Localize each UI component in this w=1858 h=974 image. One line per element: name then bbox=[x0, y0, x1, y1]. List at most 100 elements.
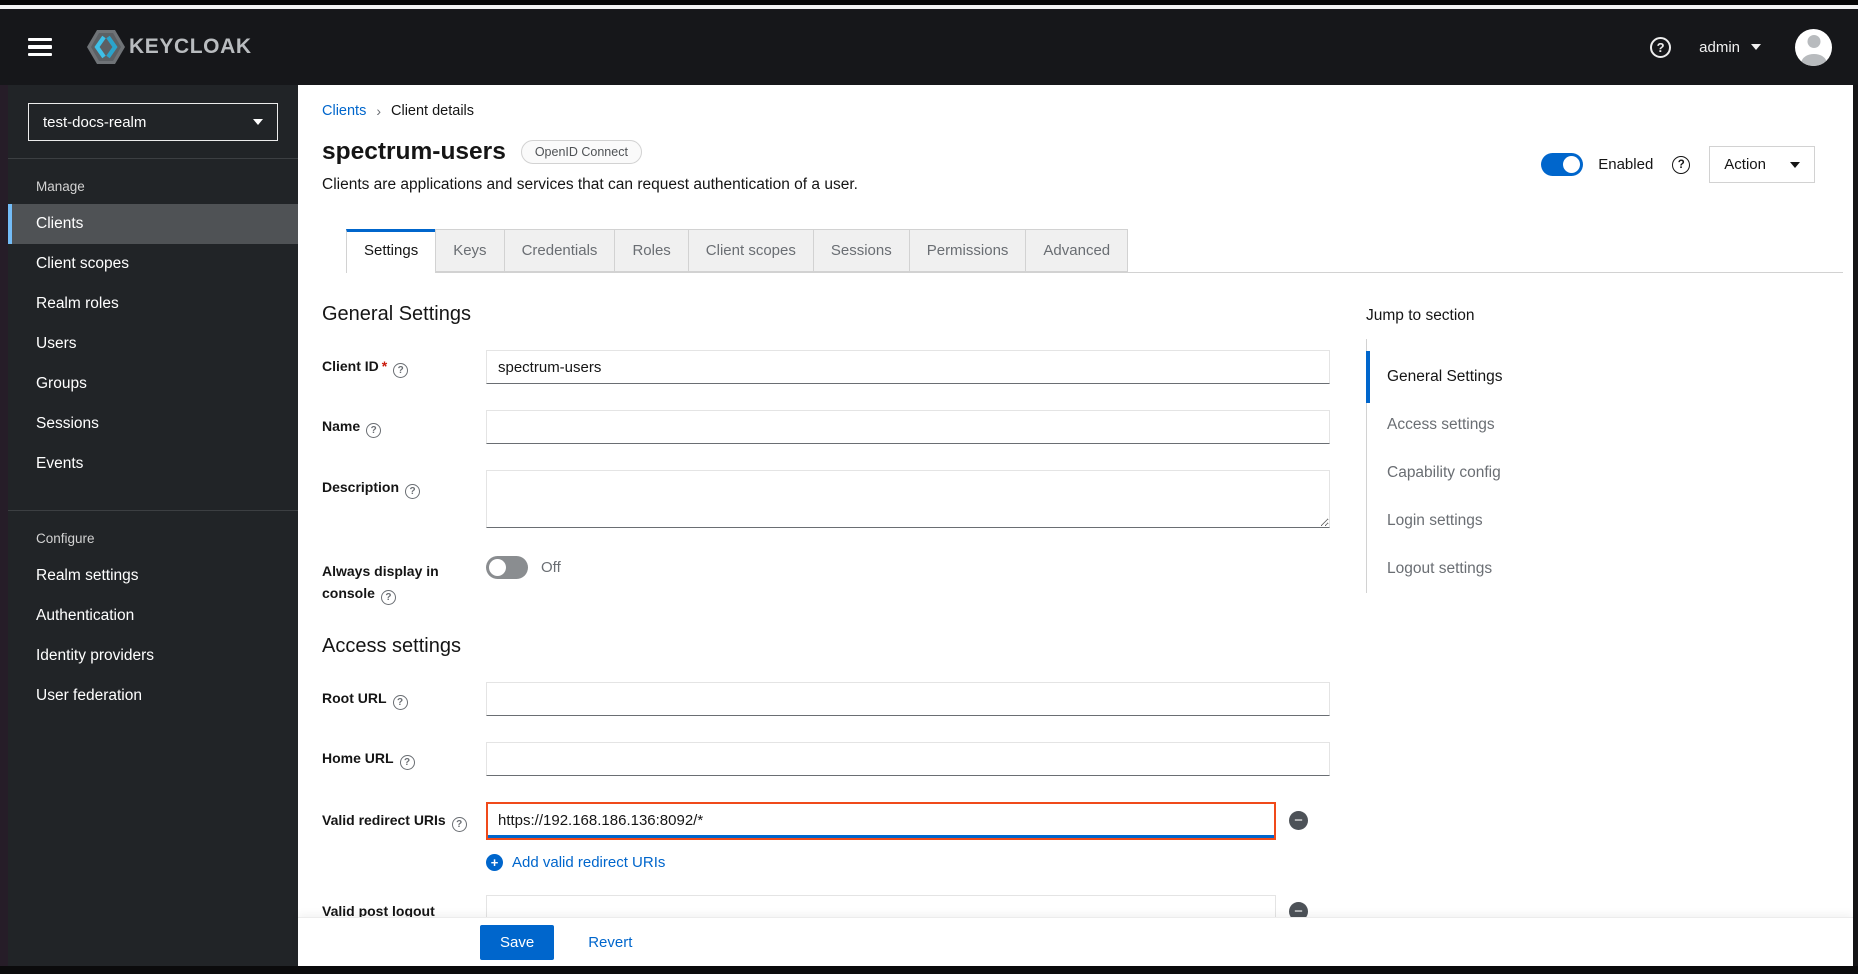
sidebar-item-realm-roles[interactable]: Realm roles bbox=[8, 284, 298, 324]
help-icon[interactable]: ? bbox=[392, 695, 408, 711]
sidebar-item-user-federation[interactable]: User federation bbox=[8, 676, 298, 716]
chevron-down-icon bbox=[253, 119, 263, 125]
client-id-input[interactable] bbox=[486, 350, 1330, 384]
home-url-input[interactable] bbox=[486, 741, 1330, 776]
protocol-badge: OpenID Connect bbox=[520, 140, 642, 164]
name-row: Name? bbox=[322, 410, 1330, 444]
access-settings-heading: Access settings bbox=[322, 634, 461, 657]
nav-toggle-hamburger-icon[interactable] bbox=[28, 38, 52, 56]
name-input[interactable] bbox=[486, 410, 1330, 444]
breadcrumb-clients-link[interactable]: Clients bbox=[322, 103, 366, 119]
save-button[interactable]: Save bbox=[480, 924, 555, 960]
keycloak-hexagon-icon bbox=[87, 30, 125, 64]
tab-advanced[interactable]: Advanced bbox=[1025, 229, 1129, 272]
valid-redirect-uris-label: Valid redirect URIs? bbox=[322, 810, 486, 833]
help-icon[interactable]: ? bbox=[366, 423, 382, 439]
breadcrumb: Clients › Client details bbox=[322, 103, 1853, 119]
help-icon[interactable]: ? bbox=[405, 484, 421, 500]
remove-uri-button[interactable]: − bbox=[1289, 811, 1308, 831]
description-row: Description? bbox=[322, 470, 1330, 528]
description-label: Description? bbox=[322, 470, 486, 500]
add-redirect-uri-link[interactable]: + Add valid redirect URIs bbox=[486, 853, 1330, 871]
root-url-label: Root URL? bbox=[322, 688, 486, 711]
chevron-down-icon bbox=[1751, 44, 1761, 50]
nav-group-configure-label: Configure bbox=[36, 531, 95, 546]
client-id-label: Client ID *? bbox=[322, 356, 486, 379]
action-dropdown-label: Action bbox=[1724, 156, 1766, 173]
page-title: spectrum-users bbox=[322, 138, 506, 165]
sidebar-item-users[interactable]: Users bbox=[8, 324, 298, 364]
plus-circle-icon: + bbox=[486, 853, 503, 871]
window-frame-right bbox=[1853, 85, 1858, 966]
username-label: admin bbox=[1699, 38, 1740, 56]
chevron-right-icon: › bbox=[376, 103, 381, 119]
sidebar-item-realm-settings[interactable]: Realm settings bbox=[8, 556, 298, 596]
sidebar-nav: test-docs-realm Manage Clients Client sc… bbox=[8, 85, 298, 966]
always-display-row: Always display in console? Off bbox=[322, 554, 1330, 605]
home-url-label: Home URL? bbox=[322, 748, 486, 771]
jump-link-login-settings[interactable]: Login settings bbox=[1367, 497, 1578, 545]
sidebar-item-clients[interactable]: Clients bbox=[8, 204, 298, 244]
client-tabs: Settings Keys Credentials Roles Client s… bbox=[346, 229, 1843, 273]
help-icon[interactable]: ? bbox=[399, 755, 415, 771]
sidebar-item-client-scopes[interactable]: Client scopes bbox=[8, 244, 298, 284]
window-frame-bottom bbox=[0, 966, 1858, 974]
general-settings-heading: General Settings bbox=[322, 303, 471, 325]
help-icon[interactable]: ? bbox=[1672, 155, 1691, 174]
settings-form: General Settings Client ID*? Name? bbox=[322, 303, 1330, 955]
root-url-input[interactable] bbox=[486, 681, 1330, 716]
valid-redirect-uris-row: Valid redirect URIs? − bbox=[322, 801, 1330, 840]
jump-link-general-settings[interactable]: General Settings bbox=[1366, 351, 1578, 403]
breadcrumb-current: Client details bbox=[391, 103, 475, 119]
tab-permissions[interactable]: Permissions bbox=[908, 229, 1026, 272]
jump-link-logout-settings[interactable]: Logout settings bbox=[1367, 545, 1578, 593]
window-frame-left bbox=[0, 85, 8, 966]
help-icon[interactable]: ? bbox=[451, 817, 467, 833]
user-avatar[interactable] bbox=[1795, 28, 1832, 66]
tab-client-scopes[interactable]: Client scopes bbox=[687, 229, 813, 272]
page-header: spectrum-users OpenID Connect Clients ar… bbox=[322, 138, 1853, 194]
tab-settings[interactable]: Settings bbox=[346, 229, 436, 273]
name-label: Name? bbox=[322, 416, 486, 439]
help-icon[interactable]: ? bbox=[393, 363, 409, 379]
tab-keys[interactable]: Keys bbox=[435, 229, 504, 272]
sidebar-item-sessions[interactable]: Sessions bbox=[8, 404, 298, 444]
help-icon[interactable]: ? bbox=[1650, 36, 1672, 58]
action-dropdown[interactable]: Action bbox=[1709, 146, 1815, 183]
sidebar-item-identity-providers[interactable]: Identity providers bbox=[8, 636, 298, 676]
sidebar-item-groups[interactable]: Groups bbox=[8, 364, 298, 404]
window-frame: KEYCLOAK ? admin test-docs-realm Manage … bbox=[0, 0, 1858, 974]
chevron-down-icon bbox=[1790, 161, 1800, 168]
add-redirect-uri-row: + Add valid redirect URIs bbox=[322, 853, 1330, 871]
nav-group-manage-label: Manage bbox=[36, 179, 85, 194]
realm-selector-dropdown[interactable]: test-docs-realm bbox=[28, 103, 278, 141]
root-url-row: Root URL? bbox=[322, 681, 1330, 716]
minus-circle-icon: − bbox=[1294, 812, 1303, 830]
realm-selector-value: test-docs-realm bbox=[43, 113, 147, 131]
masthead: KEYCLOAK ? admin bbox=[0, 9, 1858, 85]
description-textarea[interactable] bbox=[486, 470, 1330, 528]
jump-link-capability-config[interactable]: Capability config bbox=[1367, 449, 1578, 497]
jump-to-section-panel: Jump to section General Settings Access … bbox=[1366, 303, 1578, 955]
enabled-toggle-label: Enabled bbox=[1598, 156, 1654, 173]
always-display-toggle[interactable] bbox=[486, 556, 528, 579]
home-url-row: Home URL? bbox=[322, 741, 1330, 776]
form-action-bar: Save Revert bbox=[298, 918, 1853, 966]
always-display-label: Always display in console? bbox=[322, 554, 486, 605]
enabled-toggle[interactable] bbox=[1541, 153, 1584, 176]
tab-roles[interactable]: Roles bbox=[614, 229, 688, 272]
jump-link-access-settings[interactable]: Access settings bbox=[1367, 401, 1578, 449]
main-content: Clients › Client details spectrum-users … bbox=[298, 85, 1853, 966]
keycloak-logo[interactable]: KEYCLOAK bbox=[86, 29, 252, 65]
always-display-state-label: Off bbox=[541, 559, 561, 576]
tab-credentials[interactable]: Credentials bbox=[503, 229, 615, 272]
tab-sessions[interactable]: Sessions bbox=[812, 229, 909, 272]
revert-button[interactable]: Revert bbox=[588, 934, 632, 951]
sidebar-item-events[interactable]: Events bbox=[8, 444, 298, 484]
user-menu-dropdown[interactable]: admin bbox=[1699, 39, 1761, 56]
sidebar-item-authentication[interactable]: Authentication bbox=[8, 596, 298, 636]
jump-to-section-title: Jump to section bbox=[1366, 307, 1475, 324]
valid-redirect-uri-input[interactable] bbox=[486, 801, 1276, 840]
help-icon[interactable]: ? bbox=[380, 589, 396, 605]
client-id-row: Client ID *? bbox=[322, 350, 1330, 384]
